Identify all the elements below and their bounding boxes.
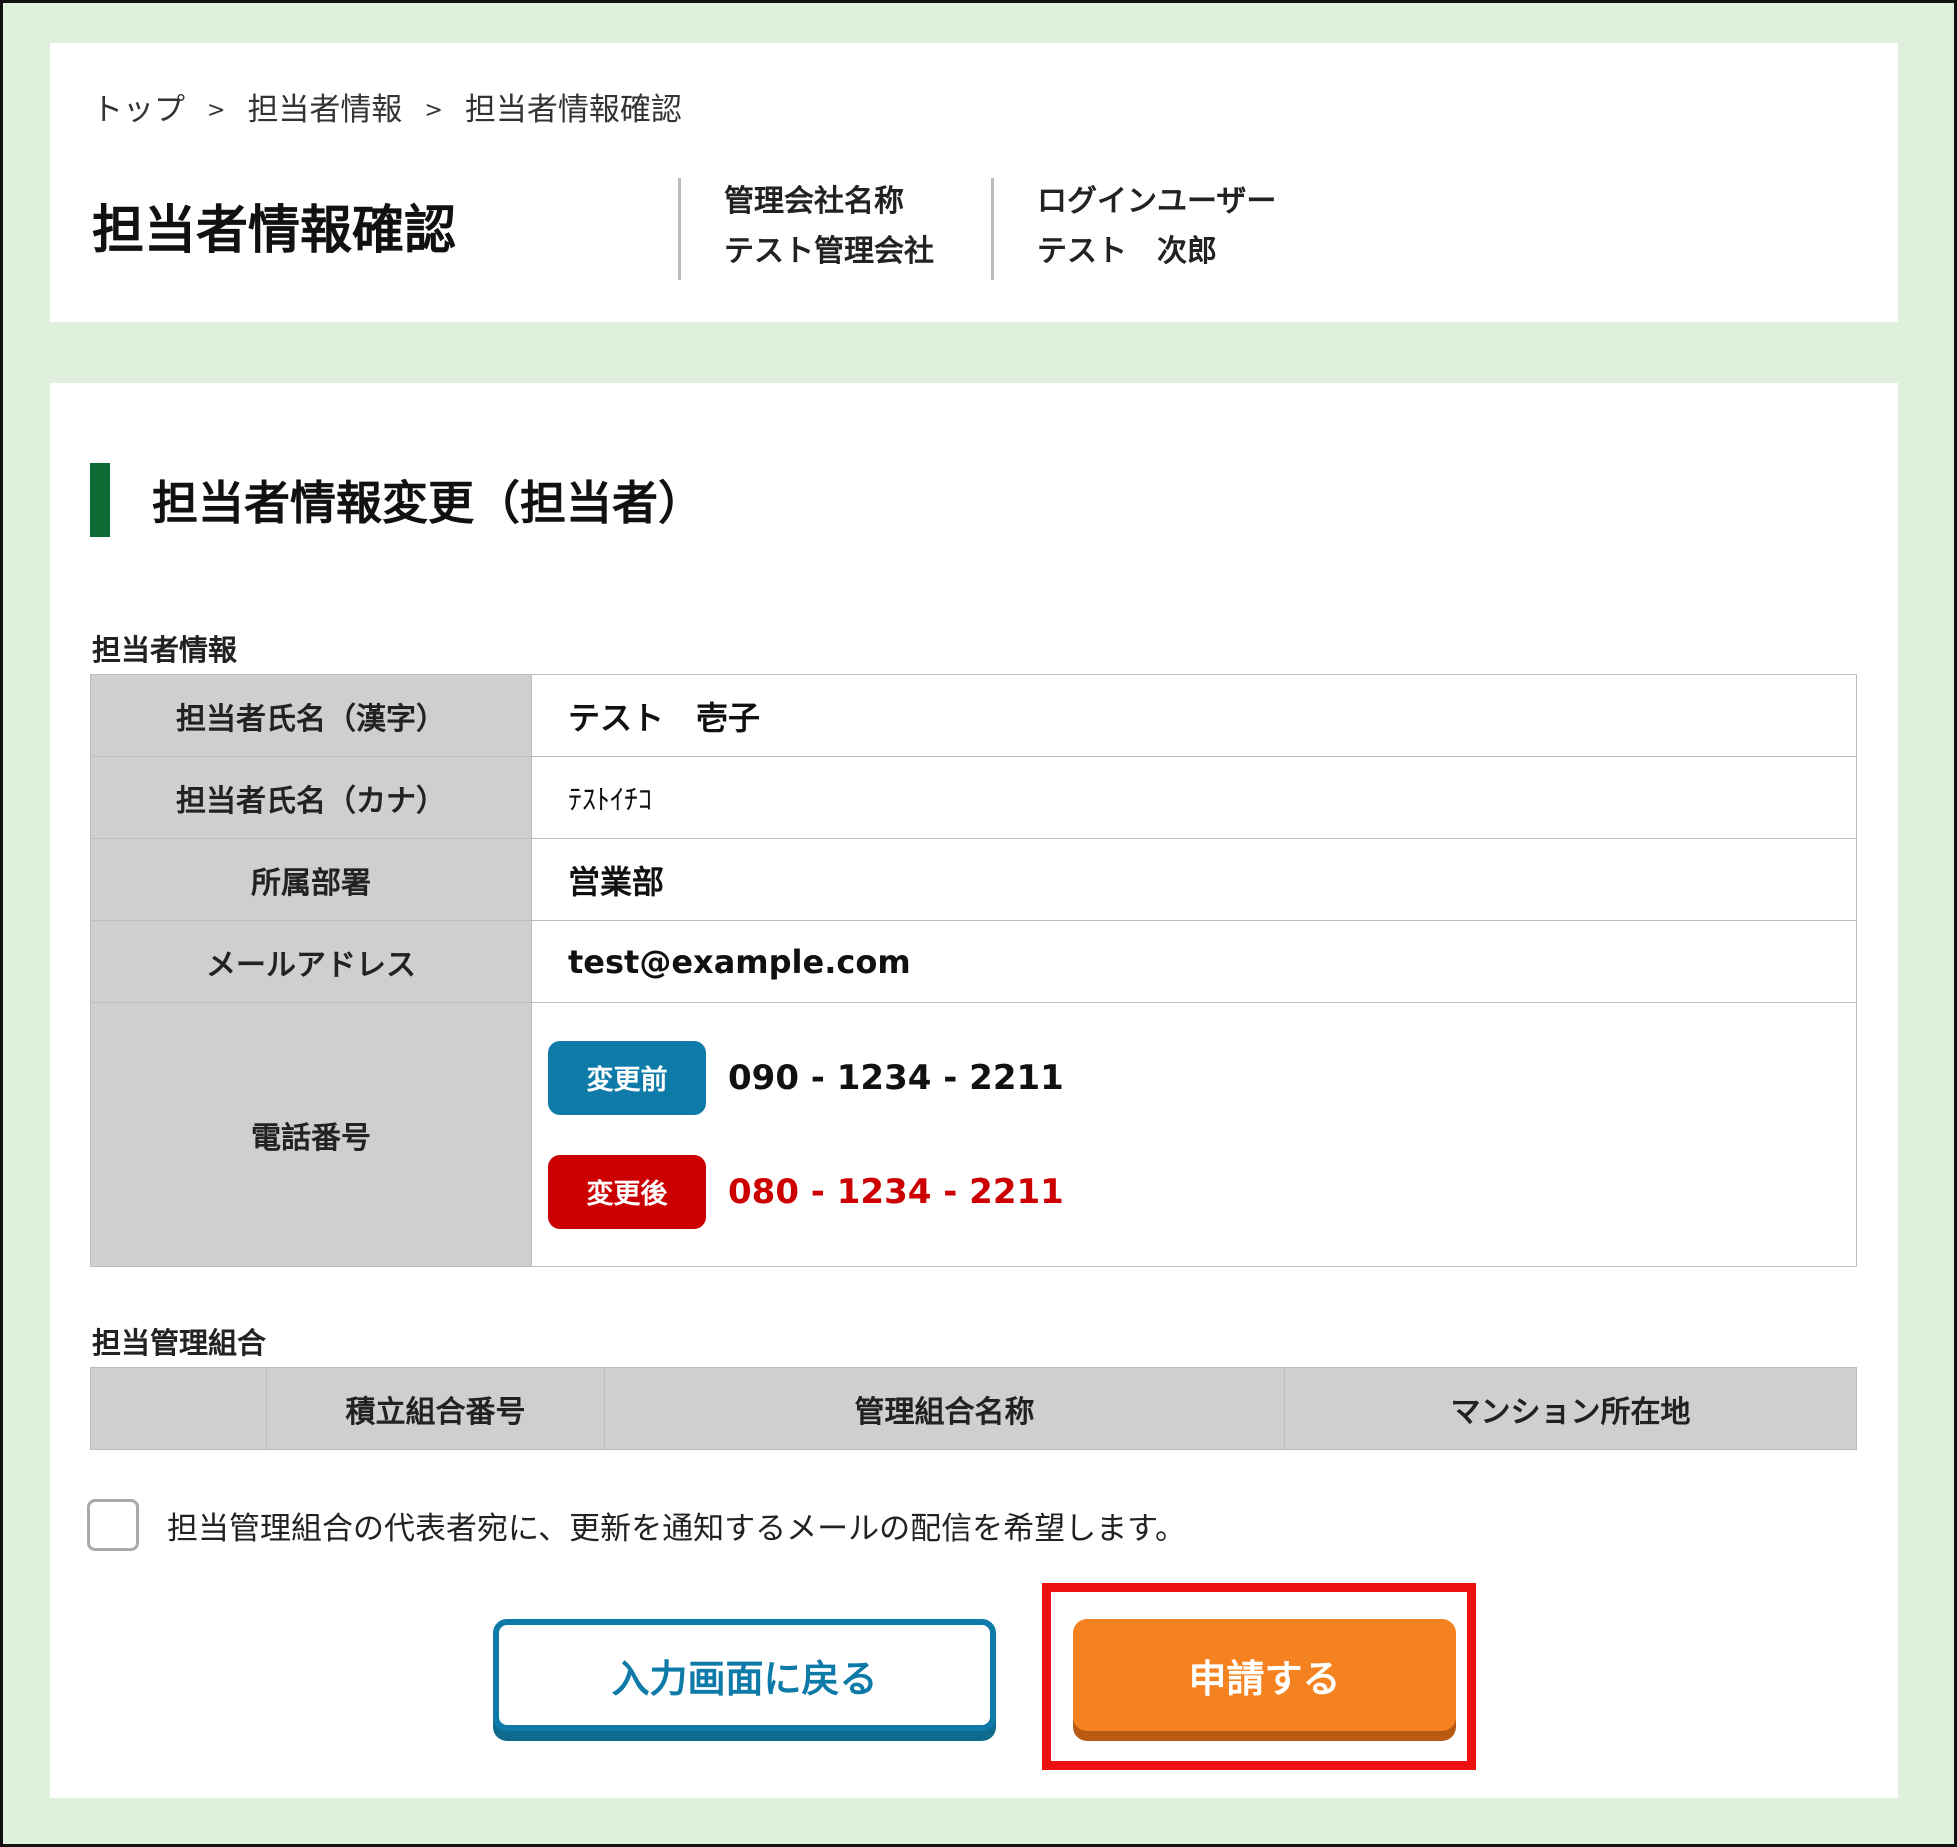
notify-checkbox-label: 担当管理組合の代表者宛に、更新を通知するメールの配信を希望します。 xyxy=(167,1510,1186,1547)
breadcrumb-top-link[interactable]: トップ xyxy=(92,84,185,129)
section-heading-text: 担当者情報変更（担当者） xyxy=(152,476,704,530)
phone-before-line: 変更前 090 - 1234 - 2211 xyxy=(548,1040,1856,1115)
name-kanji-value: テスト 壱子 xyxy=(531,674,1857,757)
department-label: 所属部署 xyxy=(90,838,532,921)
email-value: test@example.com xyxy=(531,920,1857,1003)
table-row: 所属部署 営業部 xyxy=(90,838,1857,921)
header-divider xyxy=(991,178,994,280)
notify-checkbox-row[interactable]: 担当管理組合の代表者宛に、更新を通知するメールの配信を希望します。 xyxy=(87,1499,1186,1551)
name-kanji-label: 担当者氏名（漢字） xyxy=(90,674,532,757)
login-user-value: テスト 次郎 xyxy=(1037,234,1217,269)
notify-checkbox[interactable] xyxy=(87,1499,139,1551)
person-info-table: 担当者氏名（漢字） テスト 壱子 担当者氏名（カナ） ﾃｽﾄｲﾁｺ 所属部署 営… xyxy=(90,674,1857,1267)
login-user-info: ログインユーザー テスト 次郎 xyxy=(1037,177,1276,277)
phone-after-value: 080 - 1234 - 2211 xyxy=(728,1171,1064,1212)
column-header-fund-number: 積立組合番号 xyxy=(266,1367,605,1450)
phone-after-line: 変更後 080 - 1234 - 2211 xyxy=(548,1154,1856,1229)
company-label: 管理会社名称 xyxy=(724,184,904,219)
breadcrumb-separator: > xyxy=(207,97,226,123)
name-kana-value: ﾃｽﾄｲﾁｺ xyxy=(531,756,1857,839)
header-divider xyxy=(678,178,681,280)
phone-before-value: 090 - 1234 - 2211 xyxy=(728,1057,1064,1098)
union-label: 担当管理組合 xyxy=(92,1326,267,1360)
page-frame: トップ > 担当者情報 > 担当者情報確認 担当者情報確認 管理会社名称 テスト… xyxy=(0,0,1957,1847)
company-info: 管理会社名称 テスト管理会社 xyxy=(724,177,934,277)
breadcrumb-person-info-link[interactable]: 担当者情報 xyxy=(247,84,402,129)
column-header-address: マンション所在地 xyxy=(1284,1367,1857,1450)
column-header-union-name: 管理組合名称 xyxy=(604,1367,1285,1450)
phone-label: 電話番号 xyxy=(90,1002,532,1267)
phone-value-cell: 変更前 090 - 1234 - 2211 変更後 080 - 1234 - 2… xyxy=(531,1002,1857,1267)
login-user-label: ログインユーザー xyxy=(1037,184,1277,219)
email-label: メールアドレス xyxy=(90,920,532,1003)
back-to-input-button[interactable]: 入力画面に戻る xyxy=(493,1619,996,1731)
company-value: テスト管理会社 xyxy=(724,234,934,269)
breadcrumb-separator: > xyxy=(424,97,443,123)
after-change-badge: 変更後 xyxy=(548,1154,706,1229)
table-row: 担当者氏名（カナ） ﾃｽﾄｲﾁｺ xyxy=(90,756,1857,839)
table-row: 担当者氏名（漢字） テスト 壱子 xyxy=(90,674,1857,757)
column-header-blank xyxy=(90,1367,267,1450)
union-table-header-row: 積立組合番号 管理組合名称 マンション所在地 xyxy=(90,1367,1857,1450)
main-card: 担当者情報変更（担当者） 担当者情報 担当者氏名（漢字） テスト 壱子 担当者氏… xyxy=(50,383,1898,1798)
page-title: 担当者情報確認 xyxy=(92,201,457,261)
name-kana-label: 担当者氏名（カナ） xyxy=(90,756,532,839)
apply-button[interactable]: 申請する xyxy=(1073,1619,1456,1731)
department-value: 営業部 xyxy=(531,838,1857,921)
section-heading: 担当者情報変更（担当者） xyxy=(90,463,704,537)
breadcrumb-current: 担当者情報確認 xyxy=(464,91,682,128)
breadcrumb: トップ > 担当者情報 > 担当者情報確認 xyxy=(92,81,682,131)
section-heading-bar xyxy=(90,463,110,537)
header-card: トップ > 担当者情報 > 担当者情報確認 担当者情報確認 管理会社名称 テスト… xyxy=(50,43,1898,322)
table-row: メールアドレス test@example.com xyxy=(90,920,1857,1003)
table-row: 電話番号 変更前 090 - 1234 - 2211 変更後 080 - 123… xyxy=(90,1002,1857,1267)
person-info-label: 担当者情報 xyxy=(92,633,238,667)
union-table: 積立組合番号 管理組合名称 マンション所在地 xyxy=(90,1367,1857,1450)
before-change-badge: 変更前 xyxy=(548,1040,706,1115)
